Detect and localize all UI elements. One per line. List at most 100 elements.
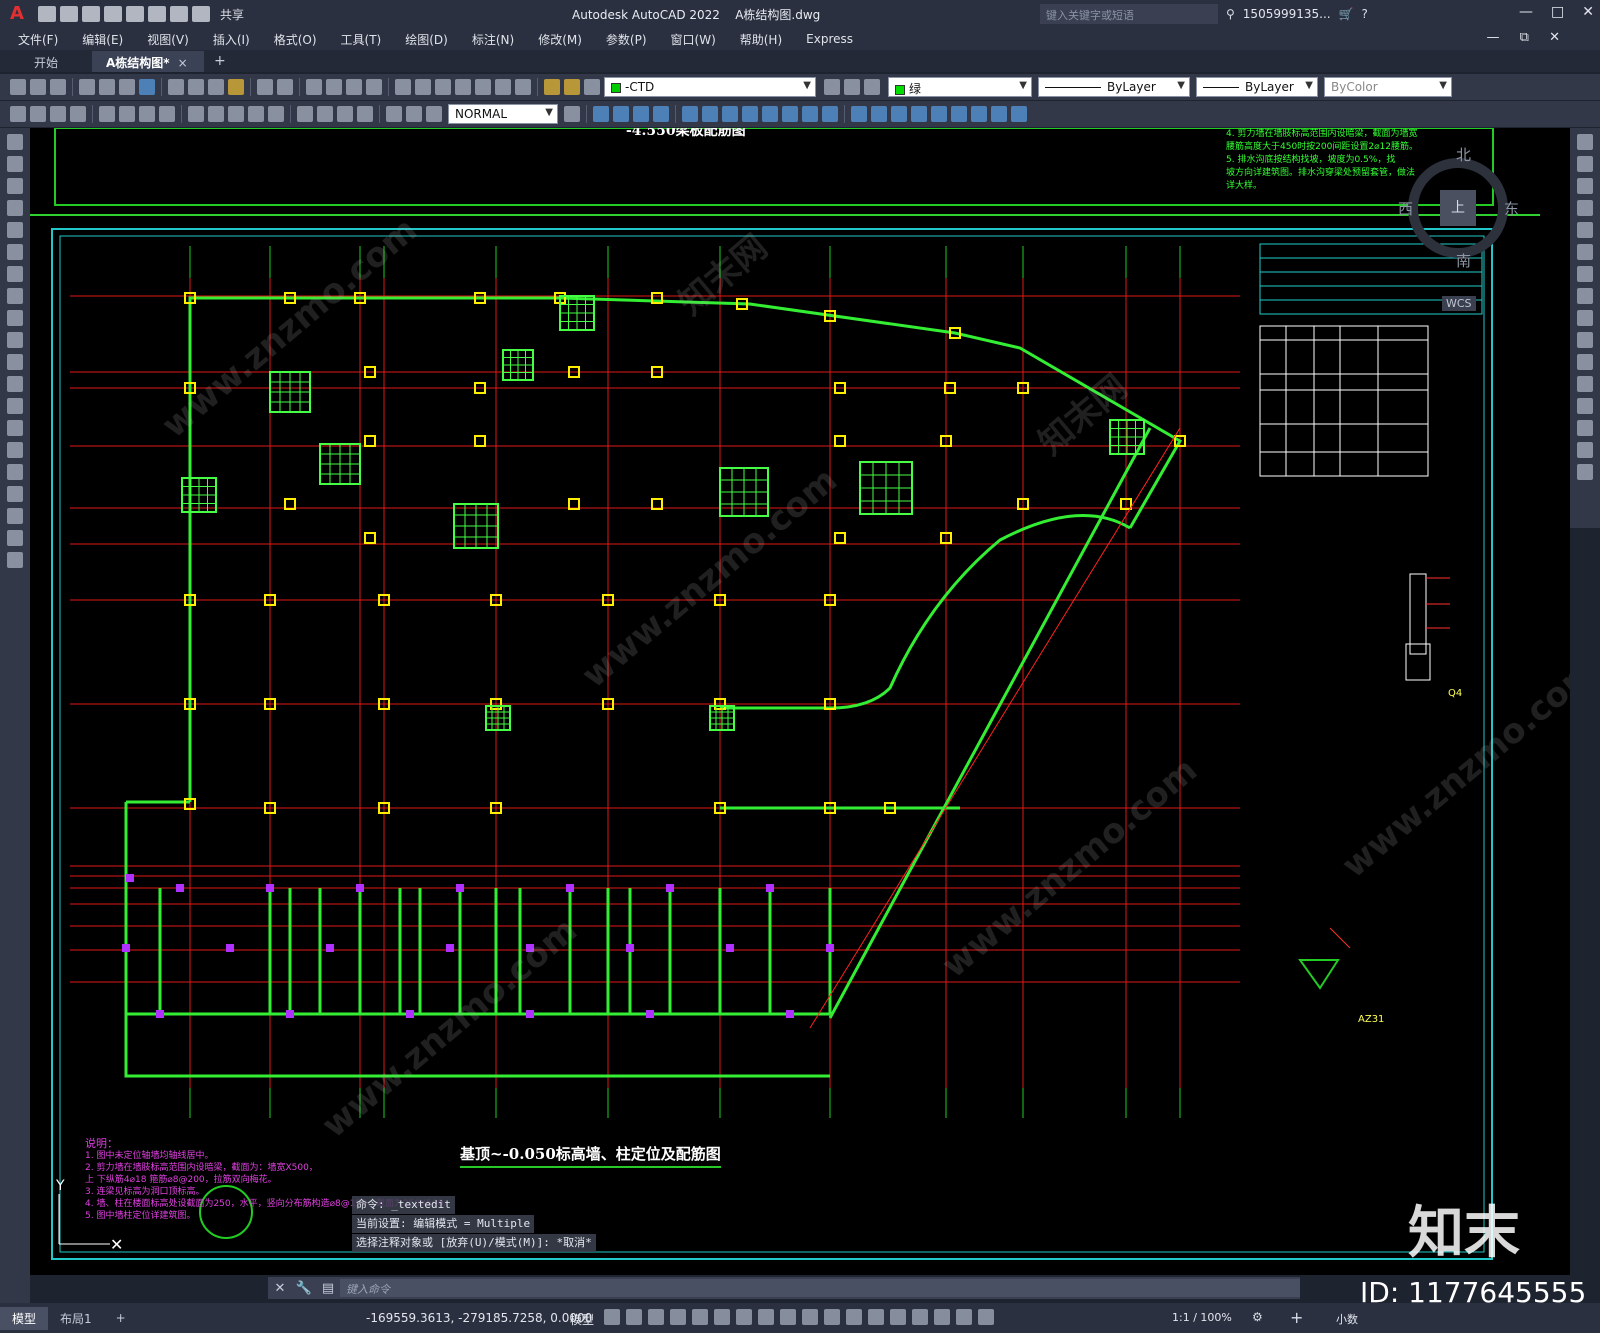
save-icon[interactable]	[82, 6, 100, 22]
cylinder-icon[interactable]	[613, 106, 629, 122]
dim-update-icon[interactable]	[426, 106, 442, 122]
auto-scale-icon[interactable]	[978, 1309, 994, 1325]
point-icon[interactable]	[7, 420, 23, 436]
dynamic-input-icon[interactable]	[670, 1309, 686, 1325]
box-icon[interactable]	[593, 106, 609, 122]
sweep-icon[interactable]	[722, 106, 738, 122]
transparency-icon[interactable]	[824, 1309, 840, 1325]
share-button[interactable]: 共享	[220, 6, 244, 23]
layer-dropdown[interactable]: -CTD ▼	[604, 77, 816, 97]
lineweight-icon[interactable]	[802, 1309, 818, 1325]
3d-osnap-icon[interactable]	[868, 1309, 884, 1325]
help-toolbar-icon[interactable]	[515, 79, 531, 95]
table-icon[interactable]	[7, 508, 23, 524]
tolerance-icon[interactable]	[297, 106, 313, 122]
help-search-input[interactable]: 键入关键字或短语	[1040, 4, 1218, 24]
rectangle-icon[interactable]	[7, 222, 23, 238]
compass-north[interactable]: 北	[1456, 144, 1471, 165]
ucs-world-icon[interactable]	[911, 106, 927, 122]
menu-help[interactable]: 帮助(H)	[740, 31, 782, 48]
intersect-icon[interactable]	[822, 106, 838, 122]
wcs-menu[interactable]: WCS	[1442, 296, 1476, 311]
save-toolbar-icon[interactable]	[50, 79, 66, 95]
space-icon[interactable]	[248, 106, 264, 122]
selection-filter-icon[interactable]	[912, 1309, 928, 1325]
close-command-line-icon[interactable]: ✕	[268, 1281, 292, 1296]
tool-palettes-icon[interactable]	[435, 79, 451, 95]
new-tab-button[interactable]: +	[204, 50, 236, 72]
polygon-icon[interactable]	[7, 200, 23, 216]
layer-previous-icon[interactable]	[844, 79, 860, 95]
mtext-icon[interactable]	[7, 530, 23, 546]
scale-icon[interactable]	[1577, 288, 1593, 304]
ucs-object-icon[interactable]	[971, 106, 987, 122]
tab-start[interactable]: 开始	[0, 51, 92, 72]
center-mark-icon[interactable]	[317, 106, 333, 122]
region-icon[interactable]	[7, 486, 23, 502]
annotation-visibility-icon[interactable]	[956, 1309, 972, 1325]
redo-toolbar-icon[interactable]	[277, 79, 293, 95]
menu-view[interactable]: 视图(V)	[147, 31, 189, 48]
plot-icon[interactable]	[148, 6, 166, 22]
loft-icon[interactable]	[742, 106, 758, 122]
ellipse-icon[interactable]	[7, 332, 23, 348]
render-icon[interactable]	[871, 106, 887, 122]
drawing-canvas[interactable]: Y ✕ -4.550梁板配筋图 4. 剪力墙在墙肢标高范围内设暗梁，截面为墙宽 …	[30, 128, 1570, 1275]
break-icon[interactable]	[268, 106, 284, 122]
arc-icon[interactable]	[7, 244, 23, 260]
properties-icon[interactable]	[395, 79, 411, 95]
recent-commands-icon[interactable]: ▤	[316, 1281, 340, 1296]
revision-cloud-icon[interactable]	[7, 288, 23, 304]
line-icon[interactable]	[7, 134, 23, 150]
extrude-icon[interactable]	[682, 106, 698, 122]
model-space-toggle[interactable]: 模型	[570, 1311, 594, 1328]
fillet-icon[interactable]	[1577, 442, 1593, 458]
extend-icon[interactable]	[1577, 354, 1593, 370]
add-layout-button[interactable]: +	[104, 1308, 138, 1328]
selection-cycling-icon[interactable]	[846, 1309, 862, 1325]
menu-edit[interactable]: 编辑(E)	[82, 31, 123, 48]
sphere-icon[interactable]	[653, 106, 669, 122]
dim-text-edit-icon[interactable]	[406, 106, 422, 122]
design-center-icon[interactable]	[415, 79, 431, 95]
spline-icon[interactable]	[7, 310, 23, 326]
inspection-icon[interactable]	[337, 106, 353, 122]
linear-dim-icon[interactable]	[10, 106, 26, 122]
copy-icon[interactable]	[188, 79, 204, 95]
add-selected-icon[interactable]	[7, 552, 23, 568]
close-button[interactable]: ✕	[1582, 4, 1594, 20]
object-snap-icon[interactable]	[780, 1309, 796, 1325]
tab-close-icon[interactable]: ×	[178, 56, 188, 70]
ucs-icon[interactable]	[891, 106, 907, 122]
jogged-linear-icon[interactable]	[357, 106, 373, 122]
viewcube-top-face[interactable]: 上	[1440, 190, 1476, 226]
tab-layout1[interactable]: 布局1	[48, 1307, 104, 1330]
tab-model[interactable]: 模型	[0, 1306, 49, 1330]
user-account[interactable]: 1505999135...	[1243, 7, 1331, 21]
calculator-icon[interactable]	[495, 79, 511, 95]
dynamic-ucs-icon[interactable]	[890, 1309, 906, 1325]
chamfer-icon[interactable]	[1577, 420, 1593, 436]
ucs-origin-icon[interactable]	[1011, 106, 1027, 122]
baseline-icon[interactable]	[208, 106, 224, 122]
open-icon[interactable]	[30, 79, 46, 95]
menu-insert[interactable]: 插入(I)	[213, 31, 250, 48]
radius-icon[interactable]	[99, 106, 115, 122]
cart-icon[interactable]: 🛒	[1339, 7, 1354, 21]
undo-icon[interactable]	[170, 6, 188, 22]
coordinates-readout[interactable]: -169559.3613, -279185.7258, 0.0000	[366, 1311, 592, 1325]
maximize-button[interactable]: □	[1551, 4, 1564, 20]
menu-parametric[interactable]: 参数(P)	[606, 31, 647, 48]
document-window-controls[interactable]: — ⧉ ✕	[1487, 30, 1568, 45]
open-file-icon[interactable]	[60, 6, 78, 22]
settings-icon[interactable]: ⚙	[1252, 1310, 1263, 1324]
continue-icon[interactable]	[228, 106, 244, 122]
redo-icon[interactable]	[192, 6, 210, 22]
stretch-icon[interactable]	[1577, 310, 1593, 326]
erase-icon[interactable]	[1577, 134, 1593, 150]
cone-icon[interactable]	[633, 106, 649, 122]
zoom-previous-icon[interactable]	[366, 79, 382, 95]
plus-icon[interactable]: +	[1290, 1308, 1303, 1327]
polar-icon[interactable]	[714, 1309, 730, 1325]
save-as-icon[interactable]	[104, 6, 122, 22]
